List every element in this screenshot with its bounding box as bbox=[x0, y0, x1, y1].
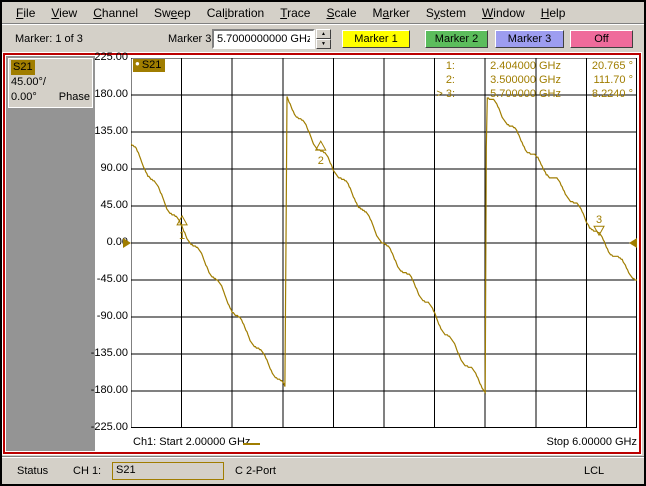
trace-legend-dash-icon bbox=[243, 443, 260, 445]
y-axis-tick-label: -135.00 bbox=[90, 347, 128, 359]
phase-plot: 1 2 3 bbox=[131, 58, 637, 428]
menu-scale[interactable]: Scale bbox=[318, 4, 364, 22]
reference-level-arrow-right-icon bbox=[629, 238, 637, 248]
marker-stimulus-input[interactable] bbox=[212, 29, 315, 49]
marker-2-id: 2: bbox=[445, 74, 455, 86]
y-axis-tick-label: -180.00 bbox=[90, 384, 128, 396]
spinner-up-icon[interactable]: ▲ bbox=[316, 29, 331, 39]
lcl-indicator: LCL bbox=[584, 465, 605, 477]
trace-reference-label: 0.00° bbox=[11, 91, 37, 103]
status-label: Status bbox=[17, 465, 49, 477]
marker-3-id: > 3: bbox=[436, 88, 455, 100]
marker-readout-row: 2: 3.500000 GHz 111.70 ° bbox=[421, 73, 633, 87]
menu-window[interactable]: Window bbox=[474, 4, 533, 22]
y-axis-tick-label: 135.00 bbox=[94, 125, 128, 137]
spinner-down-icon[interactable]: ▼ bbox=[316, 39, 331, 49]
trace-format-label: Phase bbox=[58, 91, 90, 103]
menu-trace[interactable]: Trace bbox=[272, 4, 318, 22]
marker-count-label: Marker: 1 of 3 bbox=[15, 33, 83, 45]
channel-label: CH 1: bbox=[73, 465, 102, 477]
marker-number-label: 2 bbox=[318, 155, 324, 167]
marker-1-id: 1: bbox=[445, 60, 455, 72]
vna-application-window: File View Channel Sweep Calibration Trace Scal… bbox=[0, 0, 646, 486]
trace-active-dot-icon: ● bbox=[135, 59, 140, 68]
marker-1-value: 20.765 ° bbox=[591, 60, 633, 72]
trace-scale-label: 45.00°/ bbox=[11, 76, 46, 88]
y-axis-labels: 225.00 180.00 135.00 90.00 45.00 0.00 -45.00 -9… bbox=[88, 0, 128, 486]
stimulus-spinner: ▲ ▼ bbox=[316, 29, 331, 49]
y-axis-tick-label: 225.00 bbox=[94, 51, 128, 63]
menu-system[interactable]: System bbox=[418, 4, 474, 22]
marker-readout-table: 1: 2.404000 GHz 20.765 ° 2: 3.500000 GHz… bbox=[421, 59, 633, 101]
menu-file[interactable]: File bbox=[8, 4, 43, 22]
trace-status-sidebar bbox=[6, 56, 95, 451]
marker-3-value: 8.2240 ° bbox=[591, 88, 633, 100]
measurement-selector[interactable]: S21 bbox=[112, 462, 224, 480]
y-axis-tick-label: 180.00 bbox=[94, 88, 128, 100]
marker-1-button[interactable]: Marker 1 bbox=[342, 30, 410, 48]
trace-info-box[interactable]: S21 45.00°/ 0.00° Phase bbox=[8, 58, 93, 108]
y-axis-tick-label: -45.00 bbox=[96, 273, 128, 285]
y-axis-tick-label: 90.00 bbox=[100, 162, 128, 174]
sweep-start-label: Ch1: Start 2.00000 GHz bbox=[133, 436, 251, 448]
menu-marker[interactable]: Marker bbox=[365, 4, 418, 22]
marker-3-button[interactable]: Marker 3 bbox=[495, 30, 564, 48]
y-axis-tick-label: -90.00 bbox=[96, 310, 128, 322]
y-axis-tick-label: -225.00 bbox=[90, 421, 128, 433]
marker-off-button[interactable]: Off bbox=[570, 30, 633, 48]
sweep-stop-label: Stop 6.00000 GHz bbox=[546, 436, 637, 448]
trace-name-chip[interactable]: S21 bbox=[11, 60, 35, 75]
marker-readout-row: 1: 2.404000 GHz 20.765 ° bbox=[421, 59, 633, 73]
marker-number-label: 1 bbox=[179, 230, 185, 242]
marker-3-frequency: 5.700000 GHz bbox=[490, 88, 561, 100]
menu-help[interactable]: Help bbox=[533, 4, 574, 22]
marker-number-label: 3 bbox=[596, 214, 602, 226]
marker-2-button[interactable]: Marker 2 bbox=[425, 30, 488, 48]
trace-badge[interactable]: ● S21 bbox=[133, 59, 166, 72]
marker-2-frequency: 3.500000 GHz bbox=[490, 74, 561, 86]
y-axis-tick-label: 45.00 bbox=[100, 199, 128, 211]
reference-level-arrow-left-icon bbox=[123, 238, 131, 248]
cal-status-label: C 2-Port bbox=[235, 465, 276, 477]
active-marker-label: Marker 3 bbox=[168, 33, 212, 45]
status-bar: Status CH 1: S21 C 2-Port LCL bbox=[2, 457, 644, 484]
menu-view[interactable]: View bbox=[43, 4, 85, 22]
marker-readout-row: > 3: 5.700000 GHz 8.2240 ° bbox=[421, 87, 633, 101]
marker-2-value: 111.70 ° bbox=[593, 74, 633, 86]
marker-1-frequency: 2.404000 GHz bbox=[490, 60, 561, 72]
menu-calibration[interactable]: Calibration bbox=[199, 4, 272, 22]
menu-sweep[interactable]: Sweep bbox=[146, 4, 199, 22]
